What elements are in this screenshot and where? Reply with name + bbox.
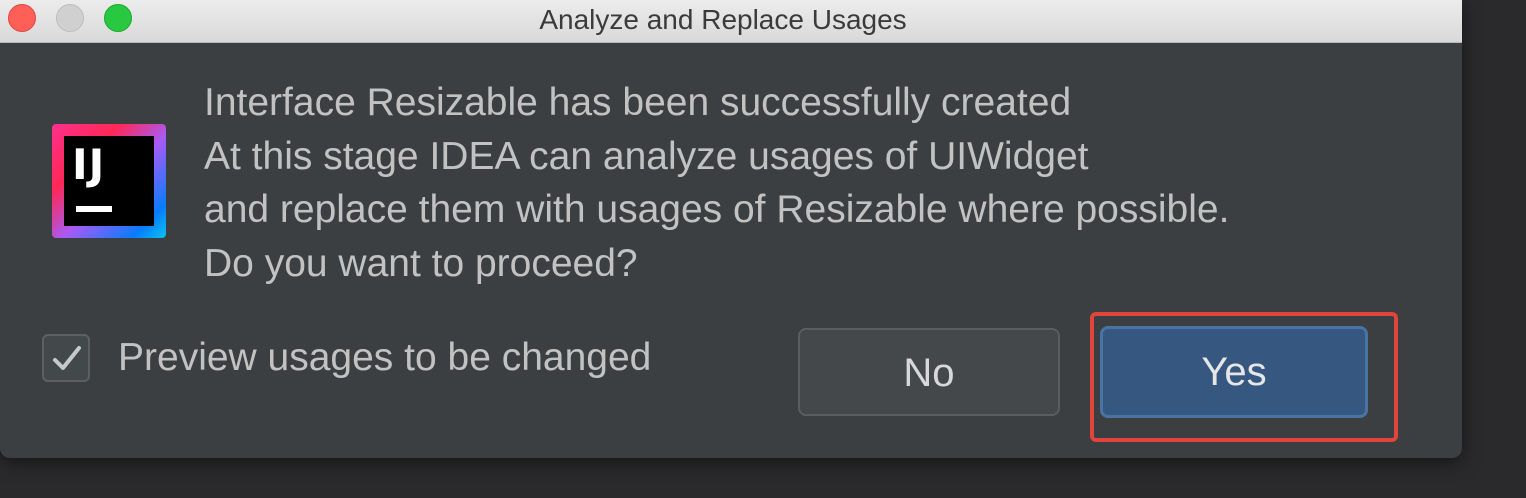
logo-text: IJ [72, 140, 106, 189]
intellij-idea-icon: IJ [52, 124, 166, 238]
yes-button-highlight [1090, 312, 1398, 442]
dialog-message: Interface Resizable has been successfull… [204, 76, 1444, 290]
preview-usages-checkbox[interactable] [42, 334, 90, 382]
analyze-replace-dialog: Analyze and Replace Usages IJ Interface … [0, 0, 1462, 458]
message-line: and replace them with usages of Resizabl… [204, 188, 1230, 231]
logo-underscore [76, 206, 112, 212]
message-line: Do you want to proceed? [204, 241, 638, 285]
screen: Analyze and Replace Usages IJ Interface … [0, 0, 1526, 498]
title-bar: Analyze and Replace Usages [0, 0, 1462, 43]
message-line: Interface Resizable has been successfull… [204, 81, 1072, 124]
no-button[interactable]: No [798, 328, 1060, 416]
preview-usages-label[interactable]: Preview usages to be changed [118, 336, 651, 380]
checkmark-icon [53, 346, 81, 370]
logo-inner: IJ [64, 136, 154, 226]
preview-usages-option[interactable]: Preview usages to be changed [42, 332, 651, 384]
window-title: Analyze and Replace Usages [539, 4, 907, 35]
message-line: At this stage IDEA can analyze usages of… [204, 134, 1089, 178]
